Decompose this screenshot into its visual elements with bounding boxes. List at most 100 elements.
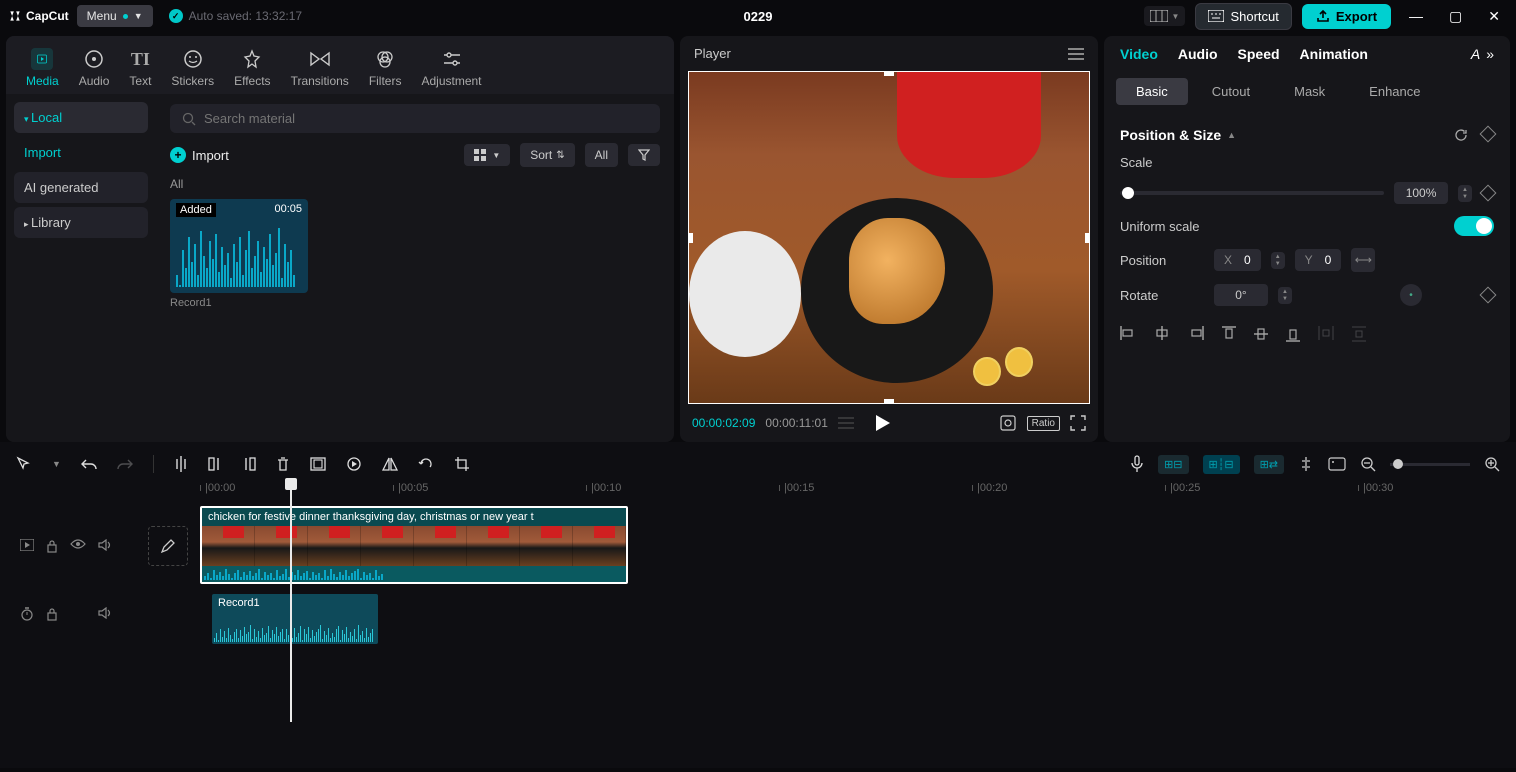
timeline-audio-clip[interactable]: Record1 <box>212 594 378 644</box>
subtab-basic[interactable]: Basic <box>1116 78 1188 105</box>
tab-effects[interactable]: Effects <box>234 48 270 88</box>
rotate-dial[interactable]: • <box>1400 284 1422 306</box>
position-link-icon[interactable]: ⟷ <box>1351 248 1375 272</box>
zoom-out-icon[interactable] <box>1360 456 1376 472</box>
position-y-input[interactable]: Y 0 <box>1295 249 1342 271</box>
sidebar-item-import[interactable]: Import <box>14 137 148 168</box>
align-dist-h-icon[interactable] <box>1318 326 1334 342</box>
uniform-scale-toggle[interactable] <box>1454 216 1494 236</box>
scale-value[interactable]: 100% <box>1394 182 1448 204</box>
track-timer-icon[interactable] <box>20 607 34 621</box>
select-tool[interactable] <box>16 456 32 472</box>
maximize-button[interactable]: ▢ <box>1441 4 1470 29</box>
rotate-tool[interactable] <box>418 456 434 472</box>
scale-keyframe-icon[interactable] <box>1480 185 1497 202</box>
fullscreen-icon[interactable] <box>1070 415 1086 431</box>
tab-media[interactable]: Media <box>26 48 59 88</box>
layout-button[interactable]: ▼ <box>1144 6 1186 26</box>
shortcut-button[interactable]: Shortcut <box>1195 3 1291 30</box>
subtab-cutout[interactable]: Cutout <box>1192 78 1270 105</box>
sidebar-item-ai[interactable]: AI generated <box>14 172 148 203</box>
align-center-v-icon[interactable] <box>1254 326 1268 342</box>
crop-tool[interactable] <box>454 456 470 472</box>
timeline-video-clip[interactable]: chicken for festive dinner thanksgiving … <box>200 506 628 584</box>
track-edit-icon[interactable] <box>148 526 188 566</box>
tab-adjustment[interactable]: Adjustment <box>421 48 481 88</box>
align-right-icon[interactable] <box>1188 326 1204 342</box>
split-right-tool[interactable] <box>242 456 256 472</box>
inspector-tab-adjust[interactable]: A <box>1471 46 1480 62</box>
player-menu-icon[interactable] <box>1068 48 1084 60</box>
player-viewport[interactable] <box>688 71 1090 404</box>
split-left-tool[interactable] <box>208 456 222 472</box>
sidebar-item-library[interactable]: ▸ Library <box>14 207 148 238</box>
align-left-icon[interactable] <box>1120 326 1136 342</box>
list-icon[interactable] <box>838 416 854 430</box>
reverse-tool[interactable] <box>346 456 362 472</box>
reset-icon[interactable] <box>1454 128 1468 142</box>
tab-transitions[interactable]: Transitions <box>291 48 349 88</box>
export-button[interactable]: Export <box>1302 4 1391 29</box>
track-lock-icon[interactable] <box>46 539 58 553</box>
align-dist-v-icon[interactable] <box>1352 326 1366 342</box>
tab-audio[interactable]: Audio <box>79 48 110 88</box>
track-lock-icon[interactable] <box>46 607 58 621</box>
track-cover-icon[interactable] <box>20 539 34 553</box>
filter-all-button[interactable]: All <box>585 143 618 167</box>
select-dropdown[interactable]: ▼ <box>52 459 61 469</box>
playhead[interactable] <box>290 484 292 722</box>
zoom-slider[interactable] <box>1390 463 1470 466</box>
sort-button[interactable]: Sort ⇅ <box>520 143 574 167</box>
preview-icon[interactable] <box>1328 457 1346 471</box>
search-input[interactable] <box>170 104 660 133</box>
timeline-ruler[interactable]: |00:00 |00:05 |00:10 |00:15 |00:20 |00:2… <box>196 482 1516 502</box>
align-top-icon[interactable] <box>1222 326 1236 342</box>
link-track-icon[interactable]: ⊞⇄ <box>1254 455 1284 474</box>
close-button[interactable]: ✕ <box>1480 4 1508 29</box>
position-x-stepper[interactable]: ▲▼ <box>1271 252 1285 269</box>
track-mute-icon[interactable] <box>98 607 112 621</box>
zoom-in-icon[interactable] <box>1484 456 1500 472</box>
snap-icon[interactable] <box>1298 456 1314 472</box>
inspector-tab-video[interactable]: Video <box>1120 46 1158 62</box>
import-button[interactable]: + Import <box>170 147 229 163</box>
sidebar-item-local[interactable]: ▾ Local <box>14 102 148 133</box>
subtab-mask[interactable]: Mask <box>1274 78 1345 105</box>
minimize-button[interactable]: — <box>1401 4 1431 28</box>
align-bottom-icon[interactable] <box>1286 326 1300 342</box>
undo-button[interactable] <box>81 457 97 471</box>
inspector-more-icon[interactable]: » <box>1486 46 1494 62</box>
track-mute-icon[interactable] <box>98 539 112 553</box>
redo-button[interactable] <box>117 457 133 471</box>
ratio-button[interactable]: Ratio <box>1027 416 1060 431</box>
delete-tool[interactable] <box>276 456 290 472</box>
crop-ratio-tool[interactable] <box>310 457 326 471</box>
tab-text[interactable]: TI Text <box>129 48 151 88</box>
media-thumbnail[interactable]: Added 00:05 <box>170 199 308 293</box>
inspector-tab-animation[interactable]: Animation <box>1300 46 1368 62</box>
tab-filters[interactable]: Filters <box>369 48 402 88</box>
inspector-tab-speed[interactable]: Speed <box>1238 46 1280 62</box>
inspector-tab-audio[interactable]: Audio <box>1178 46 1218 62</box>
mic-icon[interactable] <box>1130 455 1144 473</box>
position-x-input[interactable]: X 0 <box>1214 249 1261 271</box>
track-visible-icon[interactable] <box>70 539 86 553</box>
split-tool[interactable] <box>174 456 188 472</box>
play-button[interactable] <box>876 415 890 431</box>
compare-icon[interactable] <box>999 414 1017 432</box>
rotate-keyframe-icon[interactable] <box>1480 287 1497 304</box>
rotate-value[interactable]: 0° <box>1214 284 1268 306</box>
magnet-main-icon[interactable]: ⊞⊟ <box>1158 455 1188 474</box>
keyframe-icon[interactable] <box>1480 126 1497 143</box>
view-mode-button[interactable]: ▼ <box>464 144 510 166</box>
subtab-enhance[interactable]: Enhance <box>1349 78 1440 105</box>
tab-stickers[interactable]: Stickers <box>171 48 214 88</box>
menu-button[interactable]: Menu ▼ <box>77 5 153 27</box>
align-center-h-icon[interactable] <box>1154 326 1170 342</box>
magnet-icon[interactable]: ⊞┆⊟ <box>1203 455 1240 474</box>
scale-slider[interactable] <box>1120 191 1384 195</box>
rotate-stepper[interactable]: ▲▼ <box>1278 287 1292 304</box>
scale-stepper[interactable]: ▲▼ <box>1458 185 1472 202</box>
filter-button[interactable] <box>628 144 660 166</box>
mirror-tool[interactable] <box>382 457 398 471</box>
